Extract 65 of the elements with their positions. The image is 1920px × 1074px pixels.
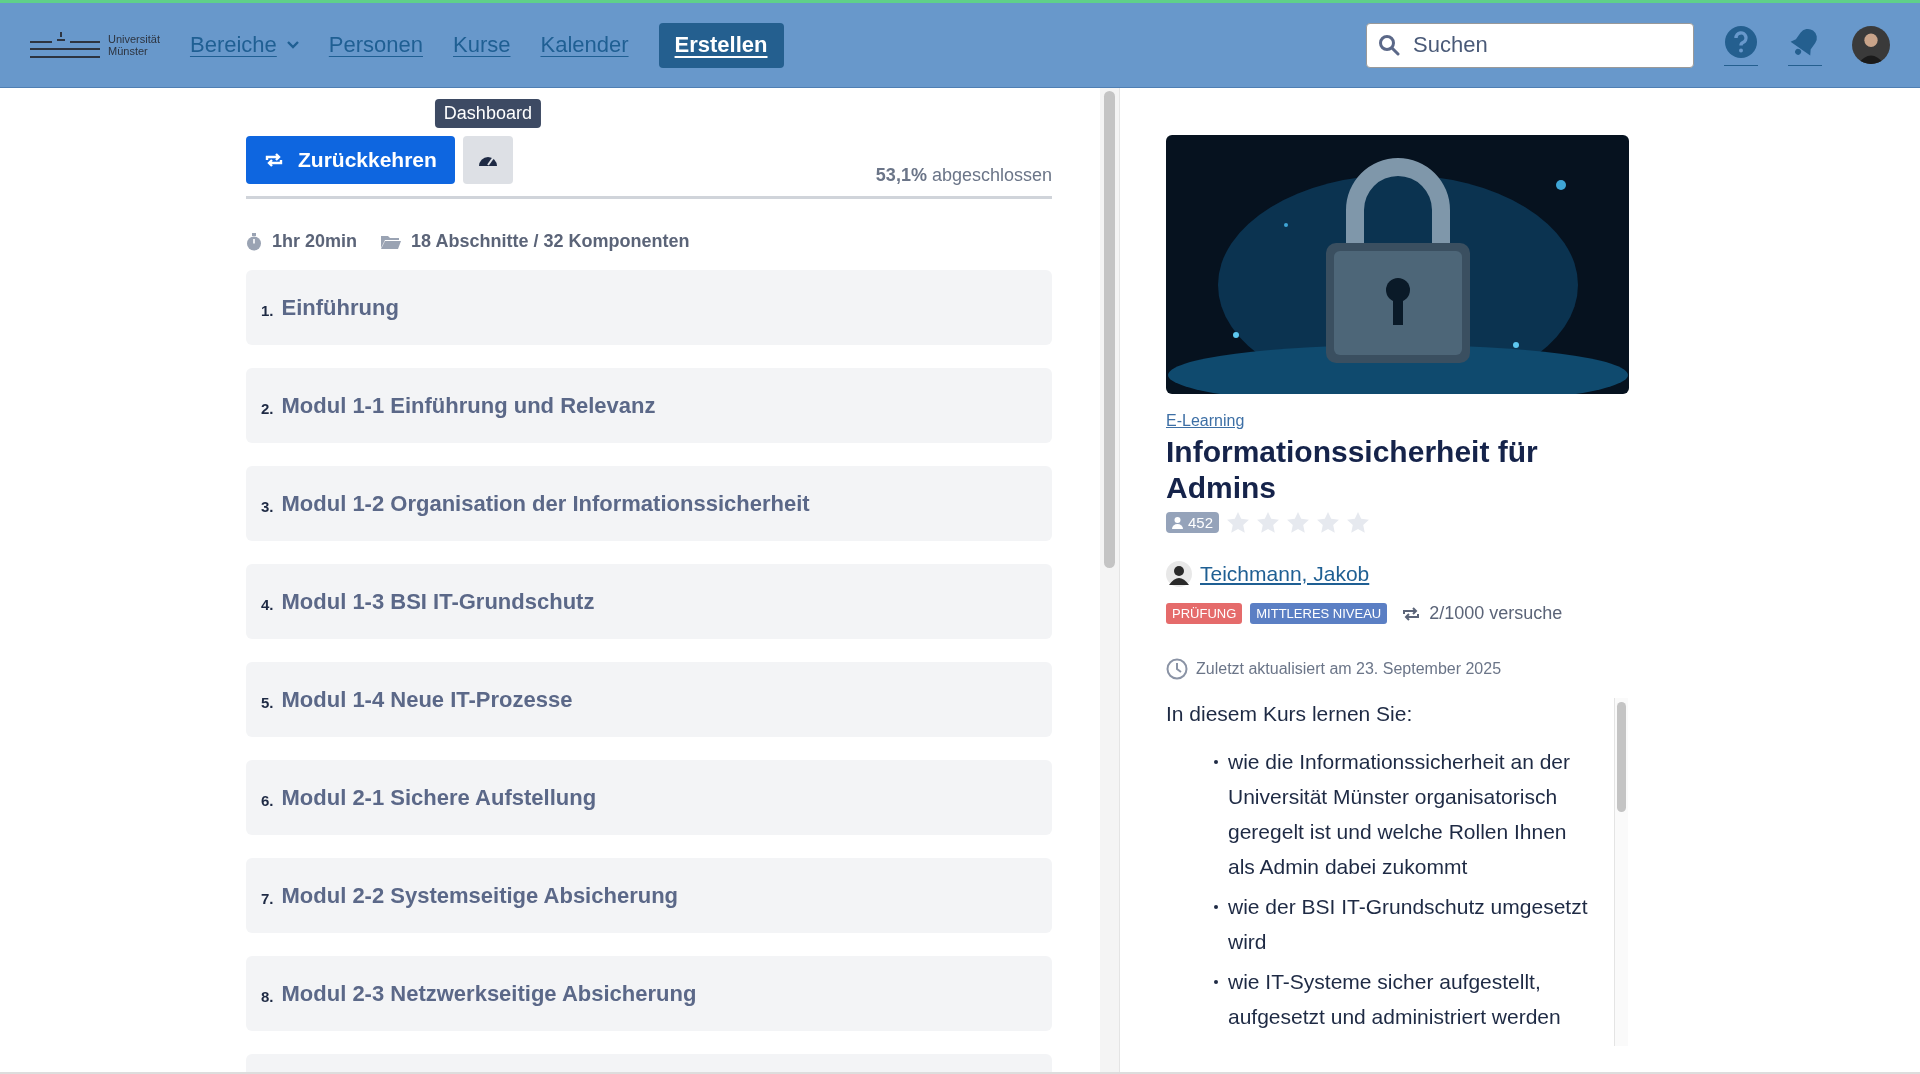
description-intro: In diesem Kurs lernen Sie: — [1166, 702, 1414, 726]
author-link[interactable]: Teichmann, Jakob — [1200, 562, 1370, 586]
category-link[interactable]: E-Learning — [1166, 412, 1920, 430]
section-number: 1. — [261, 302, 274, 319]
stopwatch-icon — [246, 232, 262, 251]
section-number: 8. — [261, 988, 274, 1005]
person-icon — [1172, 516, 1183, 529]
participant-count: 452 — [1166, 512, 1220, 533]
section-item[interactable]: 7. Modul 2-2 Systemseitige Absicherung — [246, 858, 1052, 933]
section-number: 5. — [261, 694, 274, 711]
description-item: wie IT-Systeme sicher aufgestellt, aufgesetzt und administriert werden — [1228, 969, 1562, 1030]
bullet-icon — [1214, 980, 1218, 984]
progress-label: 53,1% abgeschlossen — [875, 165, 1052, 186]
logo-text: Universität Münster — [108, 33, 160, 57]
section-title: Modul 1-2 Organisation der Informationssicherheit — [281, 490, 810, 517]
repeat-icon — [264, 151, 284, 169]
chevron-icon — [286, 41, 299, 49]
attempts-label: 2/1000 versuche — [1429, 603, 1563, 624]
clock-icon — [1166, 658, 1188, 680]
help-icon — [1724, 24, 1758, 59]
section-title: Modul 2-1 Sichere Aufstellung — [281, 784, 597, 811]
tooltip: Dashboard — [434, 99, 541, 128]
section-item[interactable]: 2. Modul 1-1 Einführung und Relevanz — [246, 368, 1052, 443]
author-avatar — [1166, 561, 1192, 587]
empty-star-icon — [1227, 512, 1250, 533]
section-title: Modul 1-1 Einführung und Relevanz — [281, 392, 656, 419]
section-item[interactable]: 4. Modul 1-3 BSI IT-Grundschutz — [246, 564, 1052, 639]
return-button[interactable]: Zurückkehren — [246, 136, 455, 184]
section-title: Modul 1-3 BSI IT-Grundschutz — [281, 588, 595, 615]
section-title: Modul 1-4 Neue IT-Prozesse — [281, 686, 573, 713]
repeat-icon — [1401, 604, 1422, 623]
section-item[interactable]: 6. Modul 2-1 Sichere Aufstellung — [246, 760, 1052, 835]
help-button[interactable] — [1724, 24, 1758, 66]
tag: MITTLERES NIVEAU — [1250, 603, 1388, 624]
section-number: 7. — [261, 890, 274, 907]
empty-star-icon — [1257, 512, 1280, 533]
empty-star-icon — [1347, 512, 1370, 533]
bullet-icon — [1214, 905, 1218, 909]
section-title: Einführung — [281, 294, 399, 321]
section-number: 4. — [261, 596, 274, 613]
tag: PRÜFUNG — [1166, 603, 1243, 624]
section-item[interactable]: 3. Modul 1-2 Organisation der Informationssicherheit — [246, 466, 1052, 541]
duration-label: 1hr 20min — [272, 231, 358, 252]
bullet-icon — [1214, 760, 1218, 764]
scrollbar[interactable] — [1100, 88, 1120, 1072]
section-number: 2. — [261, 400, 274, 417]
section-item[interactable]: 1. Einführung — [246, 270, 1052, 345]
section-title: Modul 2-2 Systemseitige Absicherung — [281, 882, 678, 909]
updated-label: Zuletzt aktualisiert am 23. September 2025 — [1196, 660, 1502, 678]
course-title: Informationssicherheit für Admins — [1166, 434, 1539, 506]
section-title: Modul 2-3 Netzwerkseitige Absicherung — [281, 980, 697, 1007]
create-button[interactable]: Erstellen — [658, 22, 784, 68]
search-field[interactable]: Suchen — [1366, 22, 1694, 68]
section-item[interactable]: 8. Modul 2-3 Netzwerkseitige Absicherung — [246, 956, 1052, 1031]
section-item[interactable]: 5. Modul 1-4 Neue IT-Prozesse — [246, 662, 1052, 737]
user-avatar[interactable] — [1852, 26, 1890, 64]
scrollbar[interactable] — [1614, 698, 1628, 1046]
logo-icon — [30, 30, 100, 60]
search-icon — [1378, 33, 1400, 56]
section-number: 3. — [261, 498, 274, 515]
folder-icon — [381, 233, 402, 250]
empty-star-icon — [1287, 512, 1310, 533]
empty-star-icon — [1317, 512, 1340, 533]
structure-label: 18 Abschnitte / 32 Komponenten — [411, 231, 690, 252]
section-number: 6. — [261, 792, 274, 809]
